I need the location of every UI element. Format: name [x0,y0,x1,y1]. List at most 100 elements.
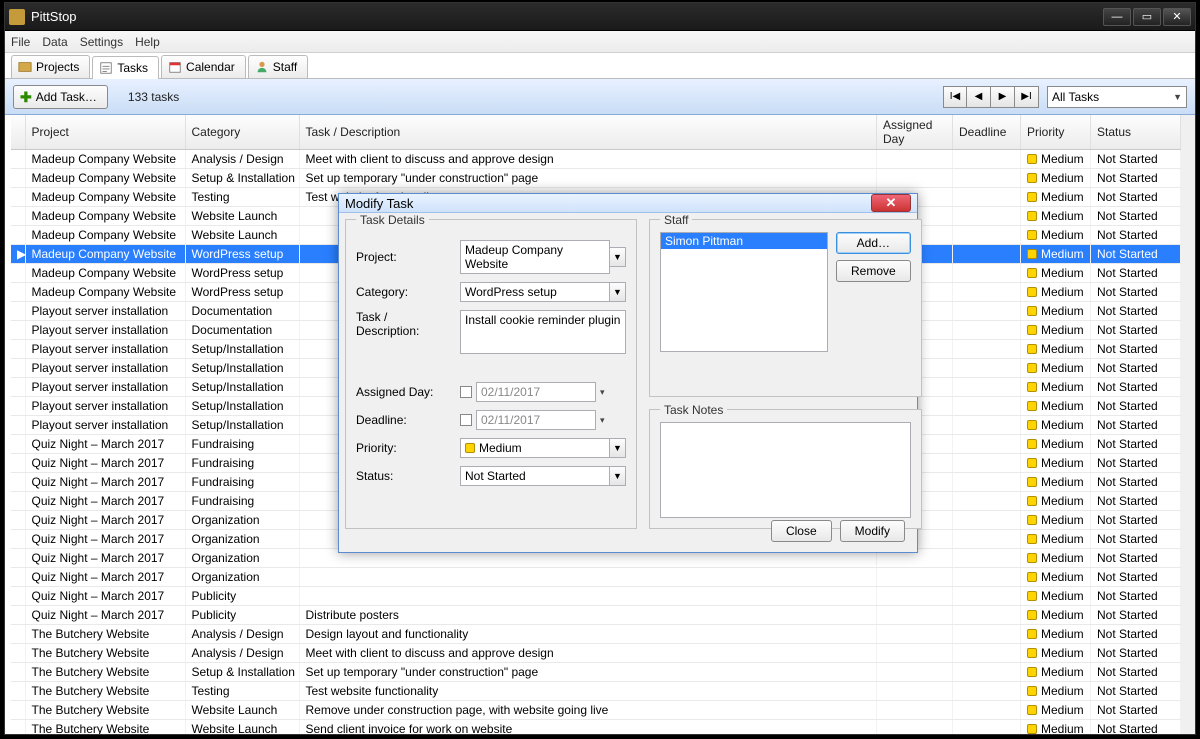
assigned-date-input[interactable]: ▾ [460,382,626,402]
table-row[interactable]: The Butchery WebsiteTestingTest website … [11,682,1181,701]
col-category[interactable]: Category [185,115,299,150]
tasks-icon [99,61,113,75]
col-status[interactable]: Status [1091,115,1181,150]
minimize-button[interactable]: ― [1103,8,1131,26]
toolbar: ✚ Add Task… 133 tasks I◀ ◀ ▶ ▶I All Task… [5,79,1195,115]
chevron-down-icon: ▾ [600,387,605,398]
chevron-down-icon: ▼ [610,438,626,458]
modify-task-dialog: Modify Task ✕ Task Details Project: Made… [338,193,918,553]
nav-buttons: I◀ ◀ ▶ ▶I [943,86,1039,108]
nav-next-button[interactable]: ▶ [991,86,1015,108]
menu-help[interactable]: Help [135,35,160,49]
status-label: Status: [356,469,452,483]
panel-title: Task Notes [660,403,727,417]
grid-header: Project Category Task / Description Assi… [11,115,1181,150]
staff-add-button[interactable]: Add… [836,232,911,254]
description-input[interactable] [460,310,626,354]
titlebar: PittStop ― ▭ ✕ [5,3,1195,31]
description-label: Task / Description: [356,310,452,338]
projects-icon [18,60,32,74]
col-assigned[interactable]: Assigned Day [877,115,953,150]
menu-settings[interactable]: Settings [80,35,123,49]
project-dropdown[interactable]: Madeup Company Website ▼ [460,240,626,274]
table-row[interactable]: The Butchery WebsiteAnalysis / DesignDes… [11,625,1181,644]
task-notes-input[interactable] [660,422,911,518]
priority-value: Medium [479,441,522,455]
app-title: PittStop [31,9,77,24]
dialog-modify-action[interactable]: Modify [840,520,905,542]
tab-label: Projects [36,60,79,74]
filter-label: All Tasks [1052,90,1099,104]
chevron-down-icon: ▼ [610,282,626,302]
deadline-label: Deadline: [356,413,452,427]
priority-dot-icon [465,443,475,453]
task-count: 133 tasks [128,90,179,104]
checkbox-icon[interactable] [460,386,472,398]
task-notes-panel: Task Notes [649,409,922,529]
menubar: File Data Settings Help [5,31,1195,53]
project-label: Project: [356,250,452,264]
menu-data[interactable]: Data [42,35,67,49]
deadline-date-input[interactable]: ▾ [460,410,626,430]
col-description[interactable]: Task / Description [299,115,877,150]
task-details-panel: Task Details Project: Madeup Company Web… [345,219,637,529]
assigned-label: Assigned Day: [356,385,452,399]
tab-label: Staff [273,60,297,74]
table-row[interactable]: The Butchery WebsiteSetup & Installation… [11,663,1181,682]
table-row[interactable]: Quiz Night – March 2017PublicityMediumNo… [11,587,1181,606]
staff-remove-button[interactable]: Remove [836,260,911,282]
status-dropdown[interactable]: Not Started ▼ [460,466,626,486]
col-priority[interactable]: Priority [1021,115,1091,150]
filter-dropdown[interactable]: All Tasks ▼ [1047,86,1187,108]
assigned-value[interactable] [476,382,596,402]
button-label: Add Task… [36,90,97,104]
dialog-close-action[interactable]: Close [771,520,832,542]
deadline-value[interactable] [476,410,596,430]
close-button[interactable]: ✕ [1163,8,1191,26]
panel-title: Task Details [356,213,429,227]
category-value: WordPress setup [465,285,557,299]
tab-bar: Projects Tasks Calendar Staff [5,53,1195,79]
tab-label: Calendar [186,60,235,74]
plus-icon: ✚ [20,91,32,103]
tab-projects[interactable]: Projects [11,55,90,78]
table-row[interactable]: The Butchery WebsiteWebsite LaunchRemove… [11,701,1181,720]
staff-panel: Staff Simon Pittman Add… Remove [649,219,922,397]
col-deadline[interactable]: Deadline [953,115,1021,150]
nav-prev-button[interactable]: ◀ [967,86,991,108]
dialog-close-button[interactable]: ✕ [871,194,911,212]
maximize-button[interactable]: ▭ [1133,8,1161,26]
nav-first-button[interactable]: I◀ [943,86,967,108]
category-dropdown[interactable]: WordPress setup ▼ [460,282,626,302]
nav-last-button[interactable]: ▶I [1015,86,1039,108]
staff-list[interactable]: Simon Pittman [660,232,828,352]
chevron-down-icon: ▼ [610,247,626,267]
chevron-down-icon: ▼ [1173,92,1182,102]
project-value: Madeup Company Website [465,243,605,271]
category-label: Category: [356,285,452,299]
panel-title: Staff [660,213,692,227]
tab-calendar[interactable]: Calendar [161,55,246,78]
table-row[interactable]: The Butchery WebsiteWebsite LaunchSend c… [11,720,1181,735]
table-row[interactable]: Quiz Night – March 2017PublicityDistribu… [11,606,1181,625]
menu-file[interactable]: File [11,35,30,49]
dialog-titlebar: Modify Task ✕ [339,194,917,213]
checkbox-icon[interactable] [460,414,472,426]
tab-staff[interactable]: Staff [248,55,308,78]
status-value: Not Started [465,469,526,483]
staff-item[interactable]: Simon Pittman [661,233,827,249]
table-row[interactable]: Madeup Company WebsiteSetup & Installati… [11,169,1181,188]
app-icon [9,9,25,25]
table-row[interactable]: The Butchery WebsiteAnalysis / DesignMee… [11,644,1181,663]
calendar-icon [168,60,182,74]
table-row[interactable]: Madeup Company WebsiteAnalysis / DesignM… [11,150,1181,169]
tab-tasks[interactable]: Tasks [92,56,159,79]
dialog-title: Modify Task [345,196,413,211]
tab-label: Tasks [117,61,148,75]
chevron-down-icon: ▼ [610,466,626,486]
priority-dropdown[interactable]: Medium ▼ [460,438,626,458]
chevron-down-icon: ▾ [600,415,605,426]
add-task-button[interactable]: ✚ Add Task… [13,85,108,109]
col-project[interactable]: Project [25,115,185,150]
staff-icon [255,60,269,74]
